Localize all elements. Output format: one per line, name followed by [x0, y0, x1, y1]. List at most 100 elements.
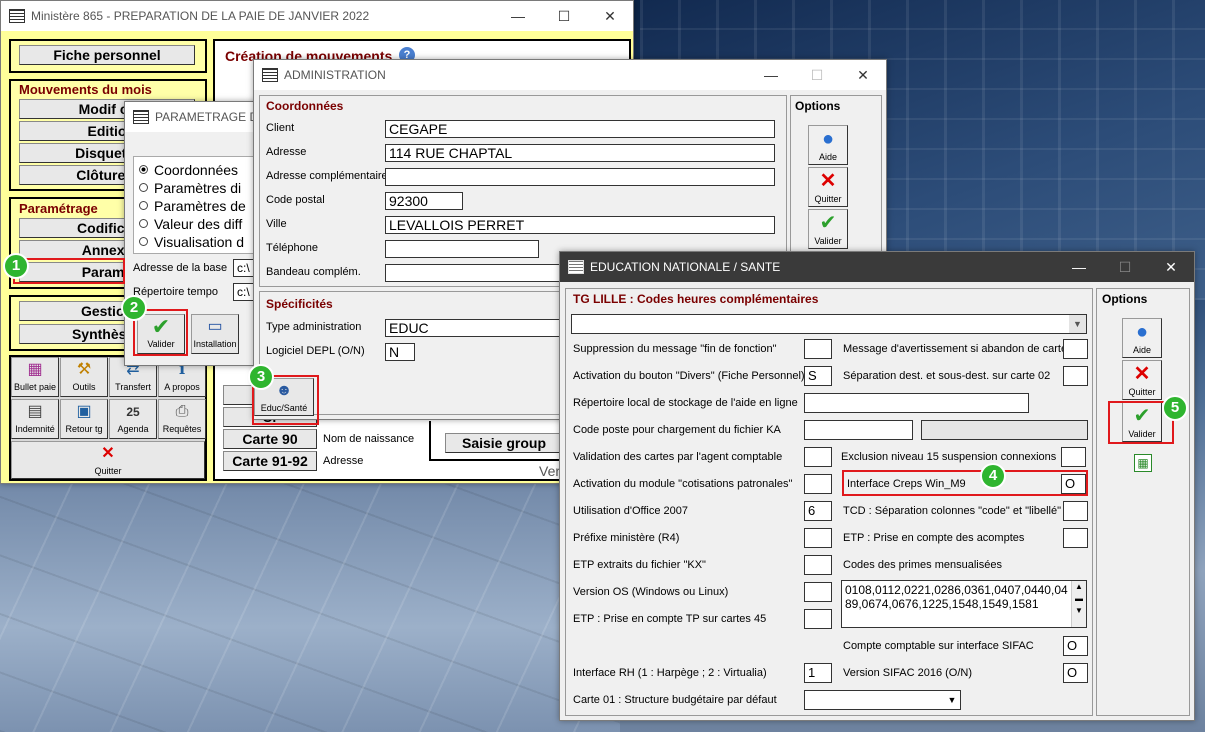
radio-coordonnees[interactable]: Coordonnées [139, 162, 238, 178]
chevron-down-icon[interactable]: ▼ [944, 691, 960, 709]
primes-textarea[interactable]: 0108,0112,0221,0286,0361,0407,0440,0489,… [841, 580, 1087, 628]
maximize-icon[interactable]: ☐ [1102, 252, 1148, 282]
avertissement-input[interactable] [1063, 339, 1088, 359]
version-sifac-input[interactable]: O [1063, 663, 1088, 683]
tool-label: Outils [72, 382, 96, 392]
prefixe-input[interactable] [804, 528, 832, 548]
radio-parametres-di[interactable]: Paramètres di [139, 180, 241, 196]
return-icon: ▣ [76, 403, 92, 420]
close-icon[interactable]: ✕ [1148, 252, 1194, 282]
left-label-8: ETP extraits du fichier "KX" [573, 559, 706, 571]
step-badge-5: 5 [1162, 395, 1188, 421]
right-label-1: Séparation dest. et sous-dest. sur carte… [843, 370, 1051, 382]
close-icon[interactable]: ✕ [840, 60, 886, 90]
codes-dropdown[interactable] [571, 314, 1087, 334]
left-label-1: Activation du bouton "Divers" (Fiche Per… [573, 370, 805, 382]
main-titlebar[interactable]: Ministère 865 - PREPARATION DE LA PAIE D… [1, 1, 633, 31]
office-2007-input[interactable]: 6 [804, 501, 832, 521]
main-quitter-button[interactable]: ✕ Quitter [11, 441, 205, 479]
etp-kx-input[interactable] [804, 555, 832, 575]
cotisations-input[interactable] [804, 474, 832, 494]
fiche-personnel-button[interactable]: Fiche personnel [19, 45, 195, 65]
step-badge-2: 2 [121, 295, 147, 321]
radio-parametres-de[interactable]: Paramètres de [139, 198, 246, 214]
carte-91-92-button[interactable]: Carte 91-92 [223, 451, 317, 471]
admin-quitter-button[interactable]: ✕ Quitter [808, 167, 848, 207]
edu-window-title: EDUCATION NATIONALE / SANTE [590, 260, 781, 274]
tool-button-4[interactable]: ▤ Indemnité [11, 399, 59, 439]
radio-valeur[interactable]: Valeur des diff [139, 216, 242, 232]
left-label-11: Interface RH (1 : Harpège ; 2 : Virtuali… [573, 667, 767, 679]
maximize-icon[interactable]: ☐ [541, 1, 587, 31]
repertoire-aide-input[interactable] [804, 393, 1029, 413]
left-label-12: Carte 01 : Structure budgétaire par défa… [573, 694, 777, 706]
adresse-complementaire-input[interactable] [385, 168, 775, 186]
etp-acomptes-input[interactable] [1063, 528, 1088, 548]
radio-label: Paramètres de [154, 198, 246, 214]
indemnity-icon: ▤ [27, 403, 43, 420]
tool-button-5[interactable]: ▣ Retour tg [60, 399, 108, 439]
tool-button-6[interactable]: 25 Agenda [109, 399, 157, 439]
field-label-bandeau: Bandeau complém. [266, 266, 361, 278]
tools-icon: ⚒ [76, 361, 92, 378]
red-x-icon: ✕ [1133, 363, 1151, 385]
edu-titlebar[interactable]: EDUCATION NATIONALE / SANTE — ☐ ✕ [560, 252, 1194, 282]
code-poste-input[interactable] [804, 420, 913, 440]
admin-aide-button[interactable]: ● Aide [808, 125, 848, 165]
edu-quitter-button[interactable]: ✕ Quitter [1122, 360, 1162, 400]
carte-01-dropdown[interactable] [804, 690, 961, 710]
close-icon[interactable]: ✕ [587, 1, 633, 31]
adresse-base-label: Adresse de la base [133, 262, 228, 274]
maximize-icon[interactable]: ☐ [794, 60, 840, 90]
left-label-0: Suppression du message "fin de fonction" [573, 343, 777, 355]
compte-sifac-input[interactable]: O [1063, 636, 1088, 656]
suppression-input[interactable] [804, 339, 832, 359]
client-input[interactable]: CEGAPE [385, 120, 775, 138]
minimize-icon[interactable]: — [1056, 252, 1102, 282]
tool-button-7[interactable]: ⎙ Requêtes [158, 399, 206, 439]
radio-label: Valeur des diff [154, 216, 243, 232]
minimize-icon[interactable]: — [495, 1, 541, 31]
tool-label: Bullet paie [13, 382, 57, 392]
spreadsheet-icon[interactable]: ▦ [1134, 454, 1152, 472]
divers-input[interactable]: S [804, 366, 832, 386]
adresse-input[interactable]: 114 RUE CHAPTAL [385, 144, 775, 162]
tool-button-1[interactable]: ⚒ Outils [60, 357, 108, 397]
chevron-down-icon[interactable]: ▼ [1069, 315, 1086, 333]
right-label-0: Message d'avertissement si abandon de ca… [843, 343, 1068, 355]
help-icon: ● [821, 128, 835, 150]
admin-valider-button[interactable]: ✔ Valider [808, 209, 848, 249]
separation-dest-input[interactable] [1063, 366, 1088, 386]
payslip-icon: ▦ [27, 361, 43, 378]
interface-rh-input[interactable]: 1 [804, 663, 832, 683]
admin-titlebar[interactable]: ADMINISTRATION — ☐ ✕ [254, 60, 886, 90]
etp-tp-input[interactable] [804, 609, 832, 629]
red-x-icon: ✕ [819, 170, 837, 192]
telephone-input[interactable] [385, 240, 539, 258]
minimize-icon[interactable]: — [748, 60, 794, 90]
saisie-group-button[interactable]: Saisie group [445, 433, 563, 453]
tool-button-0[interactable]: ▦ Bullet paie [11, 357, 59, 397]
param-titlebar[interactable]: PARAMETRAGE DE [125, 102, 263, 132]
tcd-input[interactable] [1063, 501, 1088, 521]
param-window-title: PARAMETRAGE DE [155, 110, 263, 124]
ville-input[interactable]: LEVALLOIS PERRET [385, 216, 775, 234]
edu-aide-button[interactable]: ● Aide [1122, 318, 1162, 358]
validation-cartes-input[interactable] [804, 447, 832, 467]
exclusion-input[interactable] [1061, 447, 1086, 467]
installation-button[interactable]: ▭ Installation [191, 314, 239, 354]
radio-visualisation[interactable]: Visualisation d [139, 234, 244, 250]
carte-90-button[interactable]: Carte 90 [223, 429, 317, 449]
logiciel-input[interactable]: N [385, 343, 415, 361]
installation-label: Installation [193, 339, 237, 349]
version-os-input[interactable] [804, 582, 832, 602]
scrollbar[interactable]: ▲ ▬ ▼ [1071, 581, 1086, 627]
code-poste-extra-input[interactable] [921, 420, 1088, 440]
radio-label: Visualisation d [154, 234, 245, 250]
code-postal-input[interactable]: 92300 [385, 192, 463, 210]
step-badge-1: 1 [3, 253, 29, 279]
admin-options-header: Options [795, 99, 841, 113]
type-admin-label: Type administration [266, 321, 362, 333]
field-label-telephone: Téléphone [266, 242, 318, 254]
tool-label: Transfert [115, 382, 151, 392]
